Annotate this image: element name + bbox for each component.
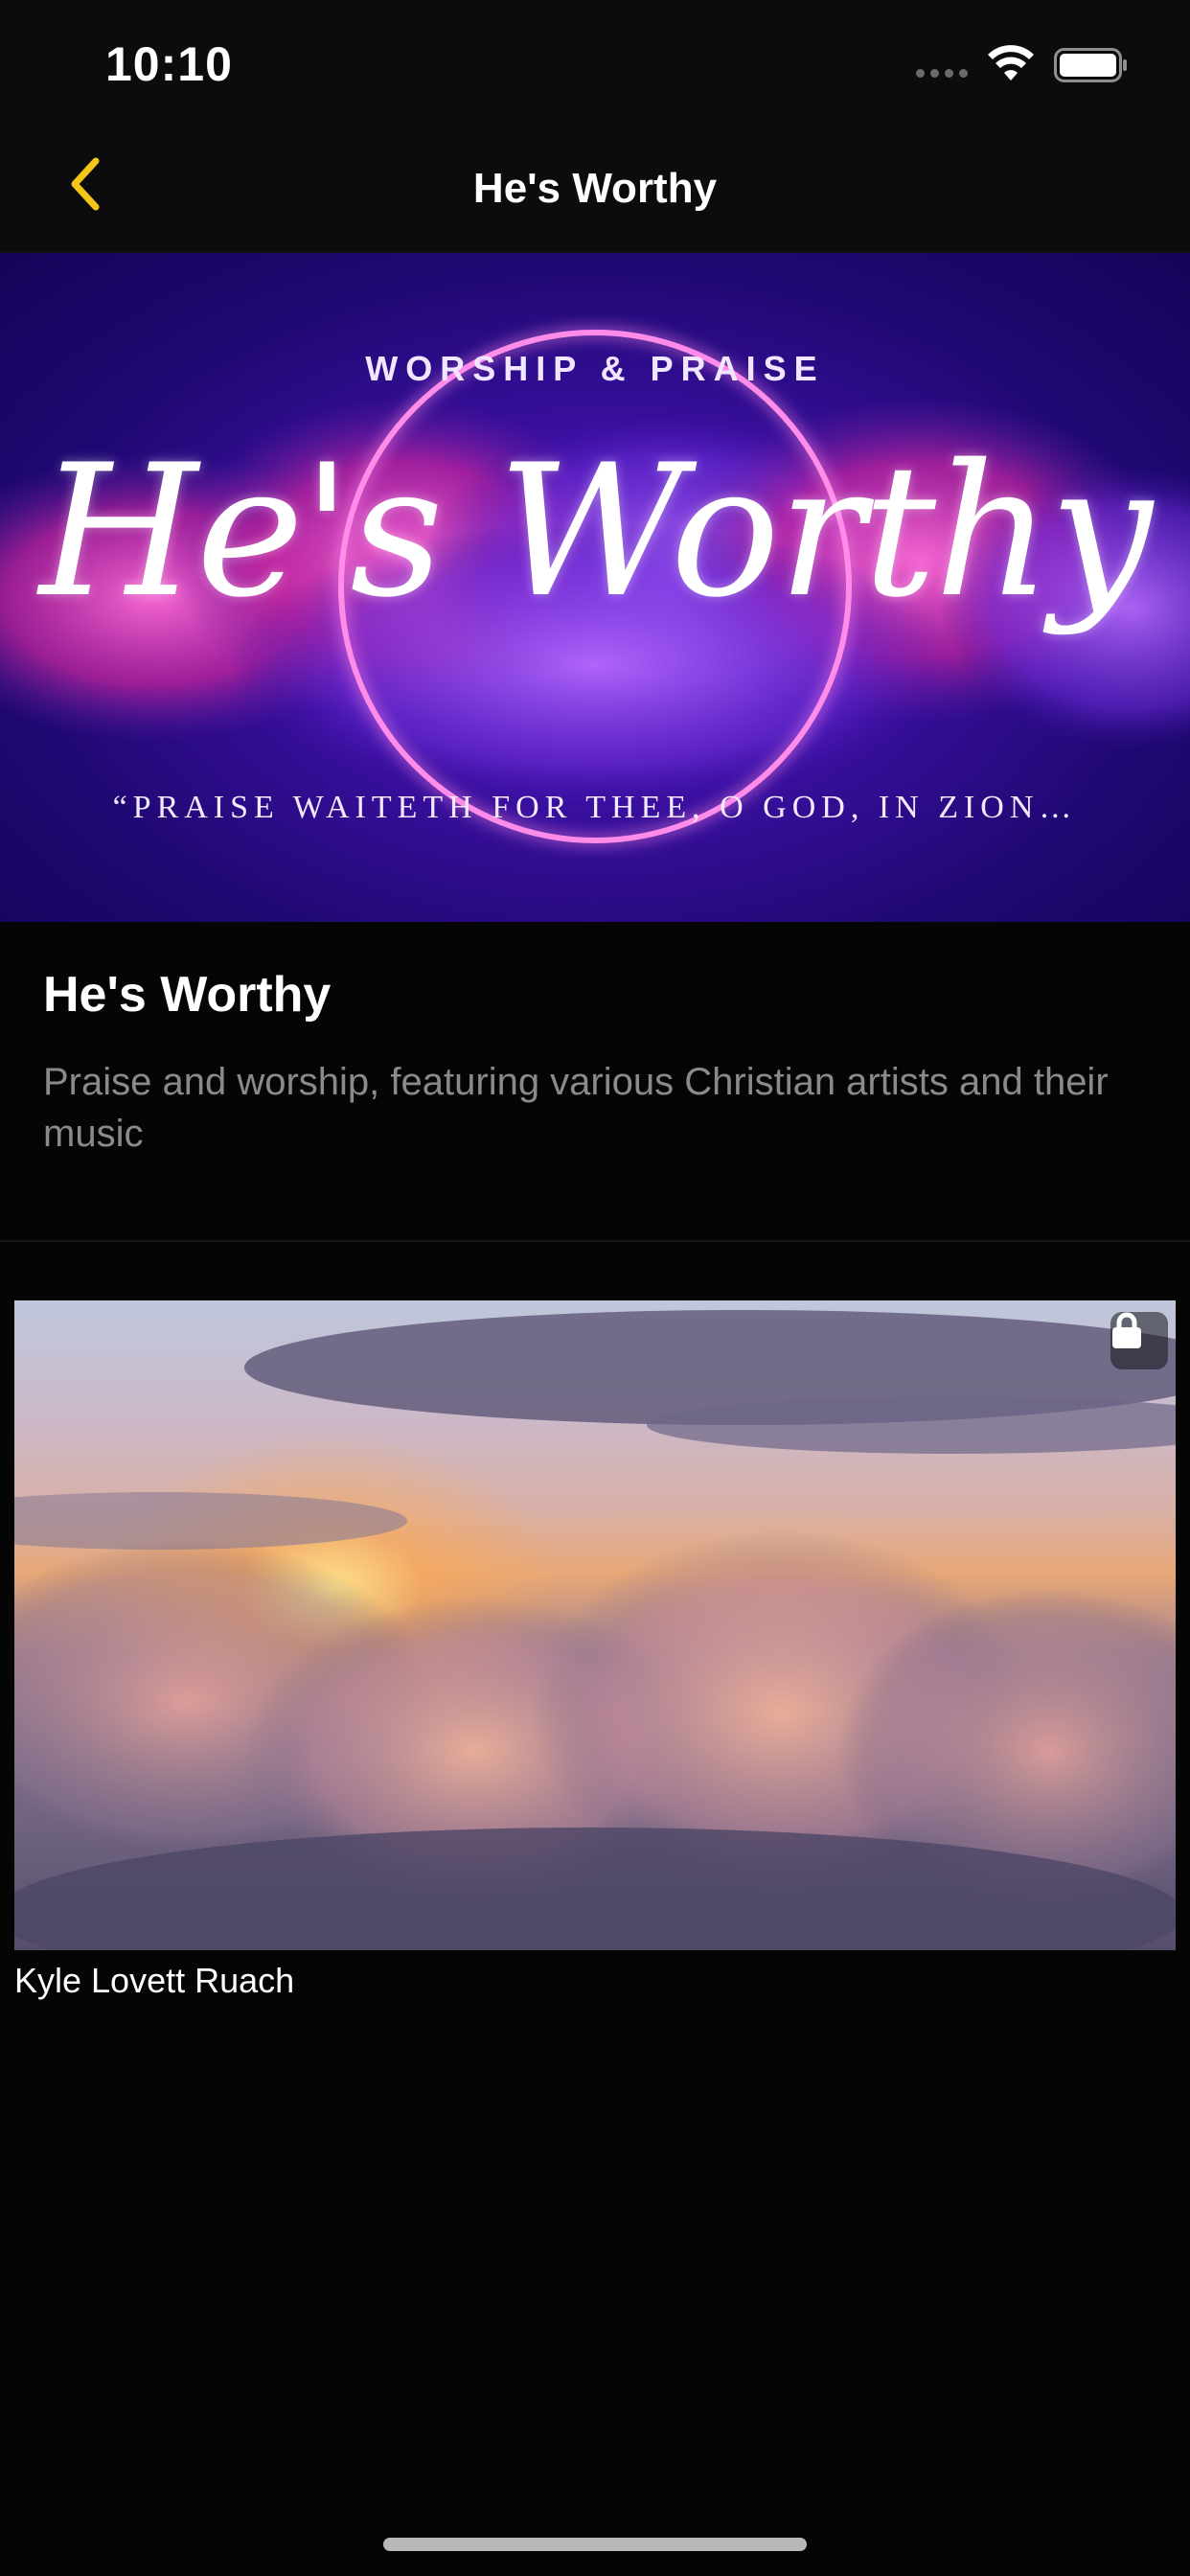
status-time: 10:10: [105, 37, 233, 91]
playlist-description: Praise and worship, featuring various Ch…: [43, 1061, 1109, 1155]
status-bar: 10:10: [0, 0, 1190, 126]
cellular-signal-icon: [916, 69, 968, 78]
hero-quote: “PRAISE WAITETH FOR THEE, O GOD, IN ZION…: [112, 790, 1078, 825]
lock-icon: [1112, 1312, 1141, 1348]
video-caption[interactable]: Kyle Lovett Ruach: [14, 1961, 294, 2001]
playlist-info: He's Worthy Praise and worship, featurin…: [0, 922, 1190, 1242]
playlist-title: He's Worthy: [43, 967, 332, 1023]
lock-badge: [1110, 1312, 1168, 1369]
hero-banner-image: WORSHIP & PRAISE He's Worthy “PRAISE WAI…: [0, 253, 1190, 922]
sky-clouds-artwork: [14, 1310, 1176, 1950]
home-indicator[interactable]: [383, 2538, 807, 2551]
video-thumbnail[interactable]: [14, 1300, 1176, 1950]
hero-script-title: He's Worthy: [39, 426, 1153, 637]
page-title: He's Worthy: [472, 165, 718, 212]
hero-overline: WORSHIP & PRAISE: [365, 349, 825, 388]
navigation-bar: He's Worthy: [0, 126, 1190, 253]
wifi-icon: [988, 45, 1034, 80]
battery-icon: [1054, 48, 1127, 82]
